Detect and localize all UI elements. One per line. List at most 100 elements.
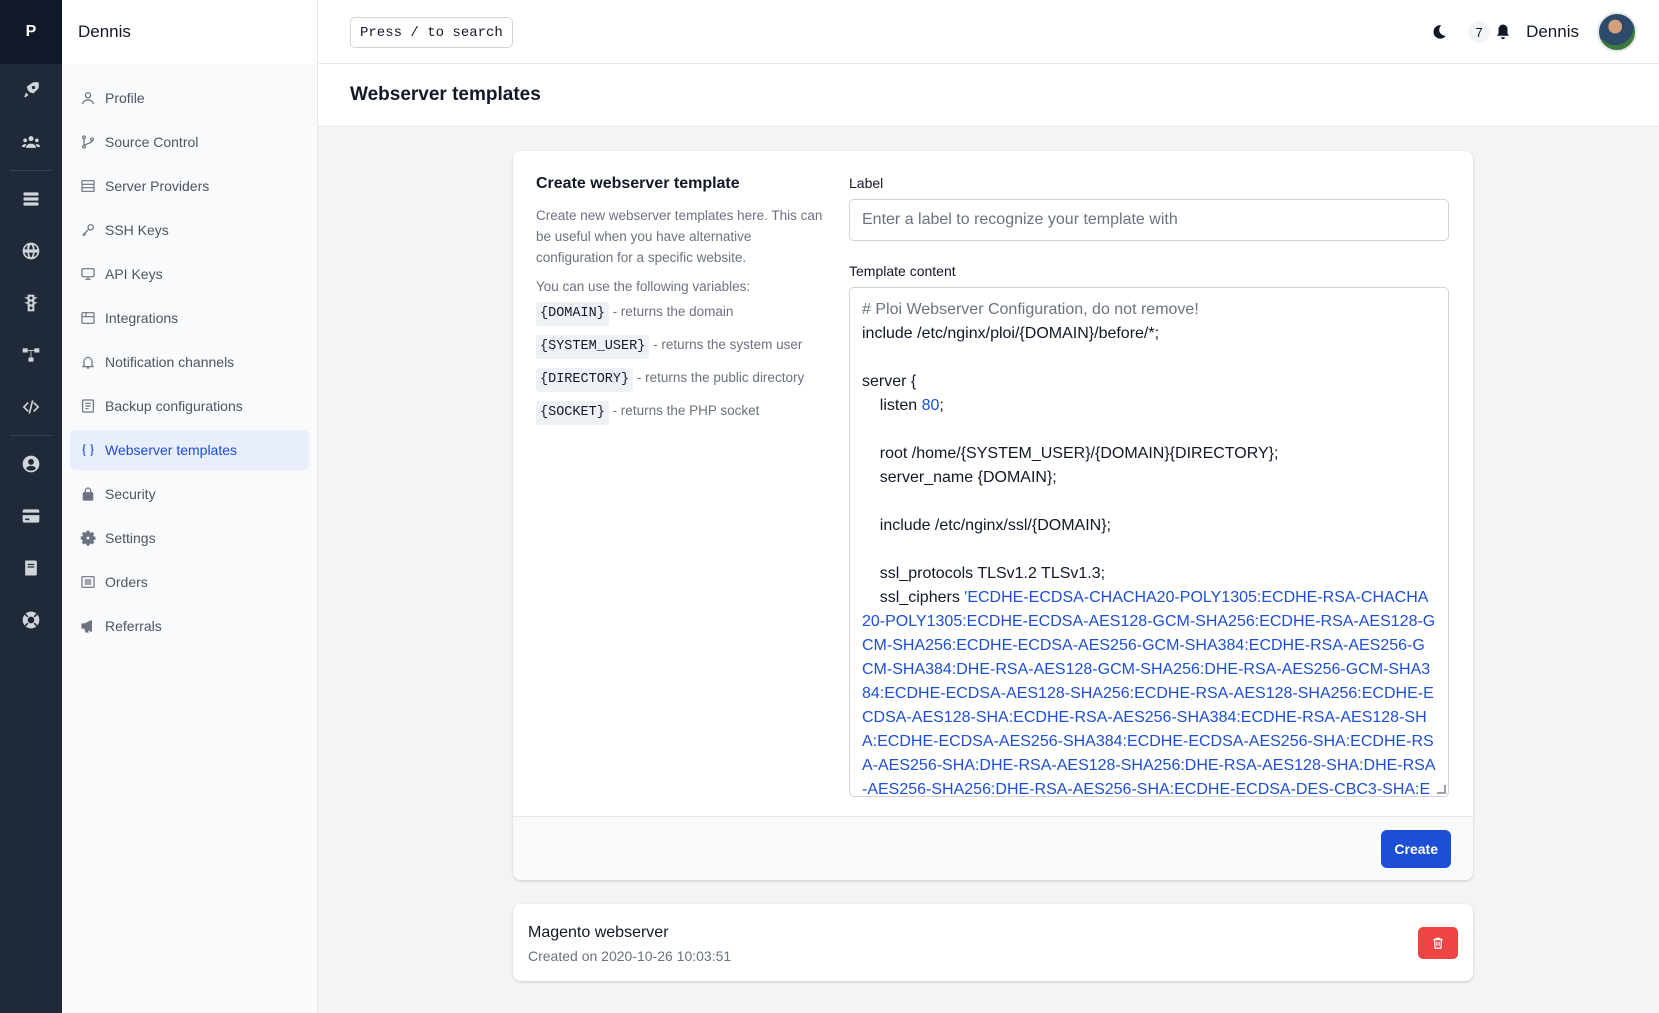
code-line: include /etc/nginx/ssl/{DOMAIN}; [862,517,1111,534]
book-icon[interactable] [0,542,62,594]
server-icon [81,180,95,192]
variable-item: {DIRECTORY} - returns the public directo… [536,367,826,392]
code-line: listen 80; [862,394,1436,418]
search-button[interactable]: Press / to search [350,17,513,48]
bell-icon [81,356,95,369]
code-line: server { [862,373,917,390]
sidebar-item-label: Settings [105,530,156,546]
template-list-item: Magento webserver Created on 2020-10-26 … [513,904,1473,981]
sidebar-item-label: Webserver templates [105,442,238,458]
sidebar-item-label: Notification channels [105,354,235,370]
sidebar-item-label: Orders [105,574,148,590]
card-description: Create new webserver templates here. Thi… [536,208,823,265]
code-number: 80 [921,397,940,414]
sidebar-menu: Profile Source Control Server Providers … [62,64,317,646]
sidebar-item-orders[interactable]: Orders [70,562,309,602]
sidebar-item-webserver-templates[interactable]: Webserver templates [70,430,309,470]
variable-code: {DOMAIN} [536,302,609,326]
variable-desc: - returns the PHP socket [608,403,760,418]
resize-handle[interactable] [1437,785,1446,794]
moon-icon[interactable] [1430,23,1448,41]
code-line: ssl_ciphers 'ECDHE-ECDSA-CHACHA20-POLY13… [862,586,1436,797]
sidebar-item-label: Integrations [105,310,179,326]
app-logo[interactable]: P [0,0,62,64]
top-bar: Press / to search 7 Dennis [318,0,1659,64]
page-header: Webserver templates [318,64,1659,127]
sidebar-item-label: Server Providers [105,178,210,194]
megaphone-icon [81,619,92,633]
template-name[interactable]: Magento webserver [528,924,669,942]
variable-item: {SOCKET} - returns the PHP socket [536,400,826,425]
avatar[interactable] [1597,12,1637,52]
sidebar-item-api-keys[interactable]: API Keys [70,254,309,294]
user-name[interactable]: Dennis [1526,22,1579,42]
gear-icon [80,530,96,546]
sidebar-item-backup-configurations[interactable]: Backup configurations [70,386,309,426]
code-text: ssl_ciphers [862,589,965,606]
traffic-light-icon[interactable] [0,277,62,329]
servers-icon[interactable] [0,173,62,225]
code-line: # Ploi Webserver Configuration, do not r… [862,301,1199,318]
content-field-label: Template content [849,263,956,279]
braces-icon [82,444,94,456]
sitemap-icon[interactable] [0,329,62,381]
archive-icon [81,312,95,324]
variable-item: {DOMAIN} - returns the domain [536,301,826,326]
rail-divider [10,435,52,436]
sidebar-item-source-control[interactable]: Source Control [70,122,309,162]
user-icon [82,92,94,105]
create-template-card: Create webserver template Create new web… [513,151,1473,880]
sidebar-item-ssh-keys[interactable]: SSH Keys [70,210,309,250]
user-circle-icon[interactable] [0,438,62,490]
settings-sidebar: Dennis Profile Source Control Server Pro… [62,0,318,1013]
variable-code: {SYSTEM_USER} [536,335,650,359]
globe-icon[interactable] [0,225,62,277]
lifebuoy-icon[interactable] [0,594,62,646]
variable-desc: - returns the system user [649,337,803,352]
rocket-icon[interactable] [0,64,62,116]
variable-item: {SYSTEM_USER} - returns the system user [536,334,826,359]
code-line: root /home/{SYSTEM_USER}/{DOMAIN}{DIRECT… [862,445,1279,462]
template-content-textarea[interactable]: # Ploi Webserver Configuration, do not r… [849,287,1449,797]
sidebar-item-settings[interactable]: Settings [70,518,309,558]
sidebar-item-label: API Keys [105,266,163,282]
lock-icon [82,487,94,501]
notification-count[interactable]: 7 [1468,21,1491,43]
sidebar-item-server-providers[interactable]: Server Providers [70,166,309,206]
code-line: include /etc/nginx/ploi/{DOMAIN}/before/… [862,325,1160,342]
variables-intro: You can use the following variables: [536,279,751,294]
sidebar-item-integrations[interactable]: Integrations [70,298,309,338]
code-icon[interactable] [0,381,62,433]
rail-divider [10,170,52,171]
code-line: server_name {DOMAIN}; [862,469,1057,486]
sidebar-item-notification-channels[interactable]: Notification channels [70,342,309,382]
variable-desc: - returns the public directory [633,370,805,385]
sidebar-header: Dennis [62,0,317,64]
key-icon [82,224,94,237]
sidebar-item-label: Security [105,486,156,502]
sidebar-item-label: SSH Keys [105,222,169,238]
sidebar-item-security[interactable]: Security [70,474,309,514]
sidebar-item-referrals[interactable]: Referrals [70,606,309,646]
create-button[interactable]: Create [1381,830,1451,868]
form-fields: Label Template content # Ploi Webserver … [849,175,1449,797]
sidebar-item-profile[interactable]: Profile [70,78,309,118]
topbar-actions: 7 Dennis [1430,12,1637,52]
credit-card-icon[interactable] [0,490,62,542]
label-input[interactable] [849,199,1449,241]
card-title: Create webserver template [536,175,740,192]
sidebar-item-label: Backup configurations [105,398,243,414]
bell-icon[interactable] [1494,23,1512,41]
code-text: listen [862,397,922,414]
page-title: Webserver templates [350,84,541,105]
users-icon[interactable] [0,116,62,168]
sidebar-item-label: Profile [105,90,145,106]
delete-button[interactable] [1418,927,1458,959]
code-string: 'ECDHE-ECDSA-CHACHA20-POLY1305:ECDHE-RSA… [862,589,1436,797]
icon-rail: P [0,0,62,1013]
trash-icon [1433,937,1443,949]
